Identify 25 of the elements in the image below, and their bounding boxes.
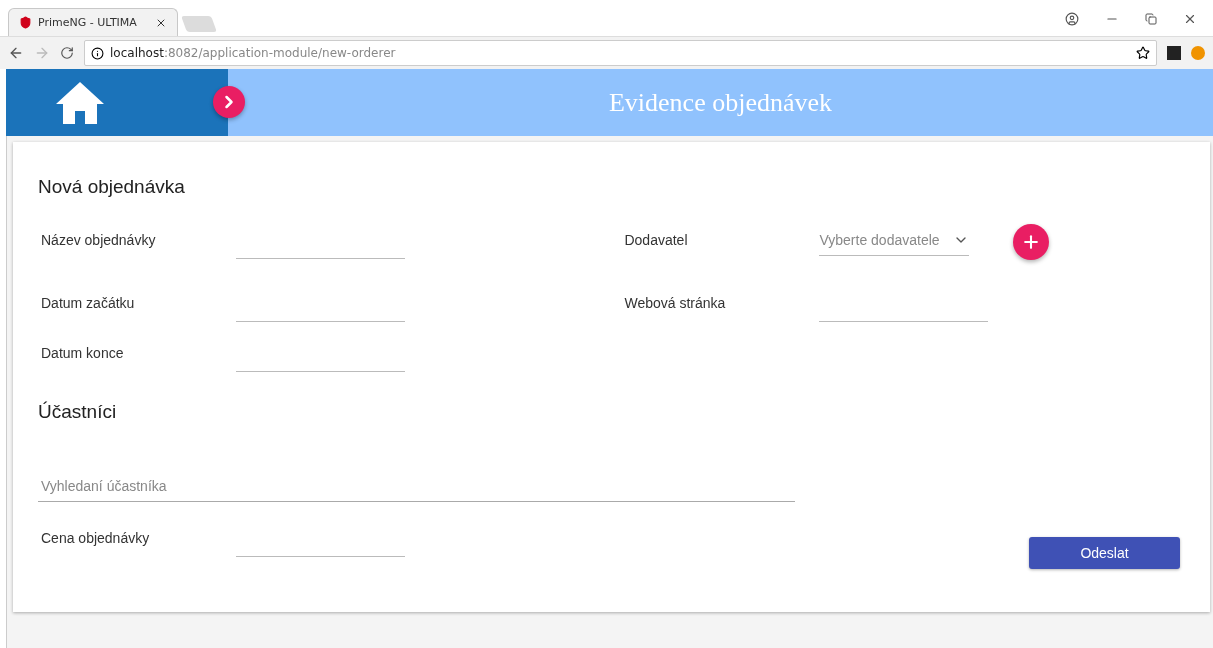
add-button[interactable] <box>1013 224 1050 260</box>
form-title: Nová objednávka <box>38 176 186 198</box>
field-label: Název objednávky <box>40 232 157 248</box>
page-title: Evidence objednávek <box>608 87 833 118</box>
browser-tab[interactable]: PrimeNG - ULTIMA <box>8 8 178 36</box>
field-label: Dodavatel <box>623 232 689 248</box>
alert-icon[interactable] <box>1191 46 1205 60</box>
info-icon <box>91 46 104 60</box>
field-label: Datum začátku <box>40 295 136 311</box>
field-label: Datum konce <box>40 345 125 361</box>
close-icon[interactable] <box>1183 12 1197 26</box>
field-label: Cena objednávky <box>40 530 151 546</box>
restore-icon[interactable] <box>1145 13 1157 25</box>
star-icon[interactable] <box>1136 46 1150 60</box>
home-icon[interactable] <box>56 81 104 124</box>
user-icon[interactable] <box>1065 12 1079 26</box>
address-bar[interactable]: localhost:8082/application-module/new-orderer <box>84 40 1157 66</box>
menu-toggle-button[interactable] <box>213 86 245 118</box>
supplier-select[interactable]: Vyberte dodavatele <box>819 232 970 256</box>
back-icon[interactable] <box>8 45 24 61</box>
submit-button[interactable]: Odeslat <box>1029 537 1180 569</box>
section-title: Účastníci <box>38 401 118 423</box>
reload-icon[interactable] <box>60 46 74 60</box>
field-label: Webová stránka <box>623 295 727 311</box>
shield-icon <box>19 16 32 29</box>
